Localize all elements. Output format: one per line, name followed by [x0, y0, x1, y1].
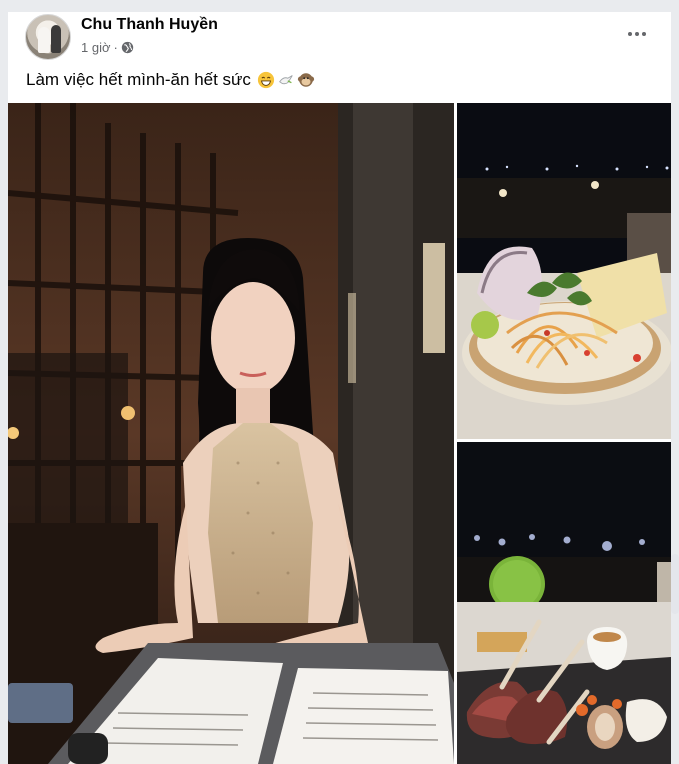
avatar[interactable]	[25, 14, 71, 60]
lamb-chops-photo[interactable]	[457, 442, 671, 764]
post-meta: 1 giờ ·	[81, 40, 134, 55]
dove-icon	[279, 75, 293, 85]
post-header: Chu Thanh Huyền 1 giờ · Làm việc hết mìn…	[8, 12, 671, 89]
papaya-salad-photo[interactable]	[457, 103, 671, 439]
post-caption: Làm việc hết mình-ăn hết sức	[26, 70, 315, 90]
photo-gallery	[8, 103, 671, 764]
post-timestamp[interactable]: 1 giờ	[81, 40, 111, 55]
woman-dining-photo[interactable]	[8, 103, 454, 764]
caption-text: Làm việc hết mình-ăn hết sức	[26, 70, 251, 89]
post-author-name[interactable]: Chu Thanh Huyền	[81, 16, 218, 34]
feed-post: Chu Thanh Huyền 1 giờ · Làm việc hết mìn…	[8, 12, 671, 764]
monkey-face-icon	[297, 73, 315, 87]
globe-icon[interactable]	[121, 41, 134, 54]
meta-separator: ·	[113, 40, 118, 55]
more-options-icon[interactable]	[623, 26, 651, 42]
scrollbar[interactable]	[671, 554, 679, 614]
grinning-face-icon	[257, 71, 275, 89]
